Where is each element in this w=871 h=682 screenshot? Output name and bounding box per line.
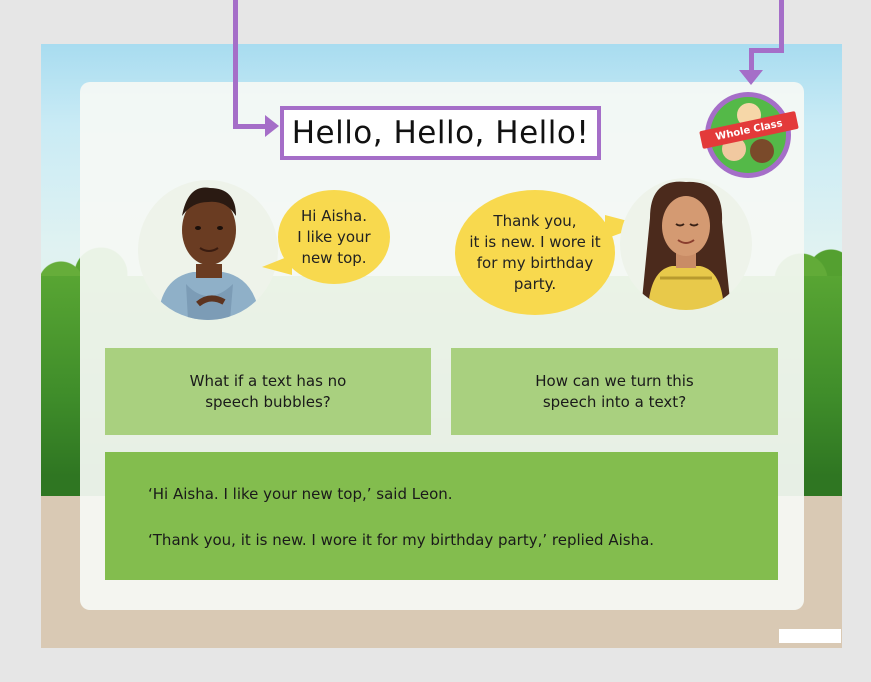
text-line-aisha: ‘Thank you, it is new. I wore it for my …	[148, 531, 655, 549]
girl-illustration-icon	[642, 181, 730, 310]
annotation-arrow-badge-icon	[739, 70, 763, 85]
question-box-turn-into-text: How can we turn this speech into a text?	[451, 348, 778, 435]
child-face-icon	[750, 139, 774, 163]
annotation-arrow-title-icon	[265, 115, 279, 137]
question-box-no-bubbles: What if a text has no speech bubbles?	[105, 348, 431, 435]
aisha-speech-text: Thank you, it is new. I wore it for my b…	[469, 211, 601, 293]
annotation-line-badge-vertical	[779, 0, 784, 52]
text-version-box: ‘Hi Aisha. I like your new top,’ said Le…	[105, 452, 778, 580]
leon-portrait	[138, 180, 278, 320]
text-line-leon: ‘Hi Aisha. I like your new top,’ said Le…	[148, 485, 453, 503]
question-text: How can we turn this speech into a text?	[535, 371, 694, 411]
title-box: Hello, Hello, Hello!	[280, 106, 601, 160]
boy-illustration-icon	[158, 187, 260, 320]
page-title: Hello, Hello, Hello!	[291, 115, 590, 151]
question-text: What if a text has no speech bubbles?	[189, 371, 347, 411]
annotation-line-title-vertical	[233, 0, 238, 128]
leon-speech-text: Hi Aisha. I like your new top.	[297, 206, 371, 267]
aisha-speech-bubble: Thank you, it is new. I wore it for my b…	[455, 190, 615, 315]
annotation-line-badge-horizontal	[749, 48, 784, 53]
leon-bubble-tail	[262, 255, 292, 275]
aisha-portrait	[620, 178, 752, 310]
corner-chip	[779, 629, 841, 643]
leon-speech-bubble: Hi Aisha. I like your new top.	[278, 190, 390, 284]
annotation-line-title-horizontal	[233, 124, 267, 129]
